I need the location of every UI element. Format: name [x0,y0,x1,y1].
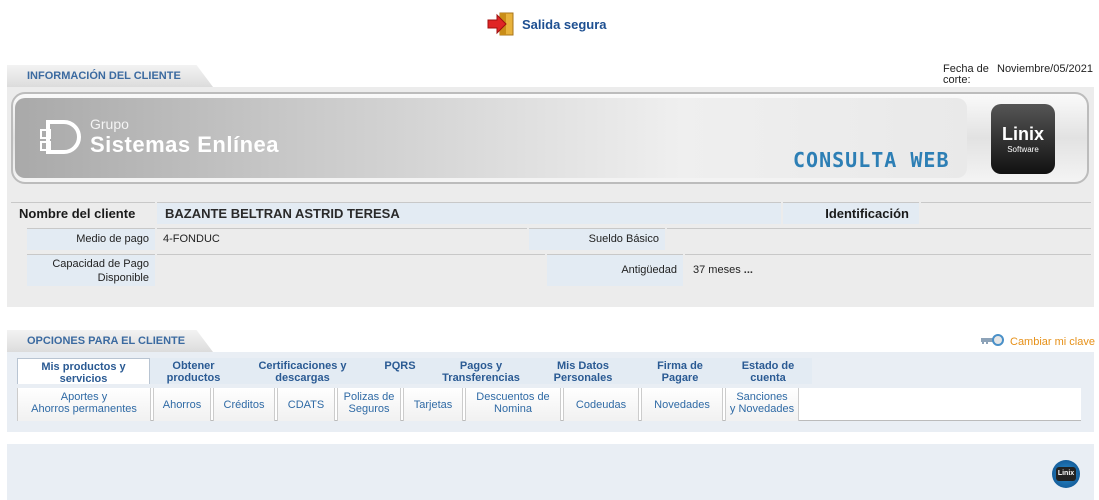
tab-mis-productos[interactable]: Mis productos y servicios [17,358,150,385]
grupo-text: Grupo [90,116,129,132]
subtab-creditos[interactable]: Créditos [213,388,275,421]
logout-link[interactable]: Salida segura [486,10,607,38]
subtab-descuentos-nomina[interactable]: Descuentos de Nomina [465,388,561,421]
logout-label: Salida segura [522,16,607,32]
capacidad-label-line1: Capacidad de Pago [52,258,149,270]
subtab-tarjetas[interactable]: Tarjetas [403,388,463,421]
sueldo-label-cell: Sueldo Básico [529,228,665,250]
identificacion-label-box: Identificación [783,202,919,224]
linix-footer-logo-text: Linix [1056,467,1076,481]
subtab-sanciones-novedades[interactable]: Sanciones y Novedades [725,388,799,421]
capacidad-label-cell: Capacidad de Pago Disponible [27,254,155,286]
linix-logo-name: Linix [1001,124,1044,144]
capacidad-label-line2: Disponible [97,272,149,284]
subtab-aportes-ahorros[interactable]: Aportes y Ahorros permanentes [17,388,151,421]
client-name-value: BAZANTE BELTRAN ASTRID TERESA [165,206,400,221]
linix-logo: Linix Software [991,104,1055,174]
client-name-value-cell: BAZANTE BELTRAN ASTRID TERESA [157,202,781,224]
antiguedad-label: Antigüedad [621,264,677,276]
capacidad-value [157,254,545,286]
linix-logo-software: Software [1007,145,1039,154]
tab-mis-datos[interactable]: Mis Datos Personales [530,358,636,384]
identificacion-value [921,202,1091,224]
change-password-label: Cambiar mi clave [1010,335,1095,348]
main-tabs: Mis productos y servicios Obtener producto… [17,358,812,385]
client-name-label-cell: Nombre del cliente [11,202,155,224]
grupo-sistemas-logo: Grupo Sistemas Enlínea [38,114,279,160]
change-password-link[interactable]: Cambiar mi clave [980,334,1095,349]
key-icon [980,334,1004,349]
tab-pqrs[interactable]: PQRS [368,358,432,384]
subtab-novedades[interactable]: Novedades [641,388,723,421]
tab-obtener-productos[interactable]: Obtener productos [150,358,237,384]
client-info-panel: Grupo Sistemas Enlínea CONSULTA WEB Lini… [7,87,1094,307]
consulta-web-title: CONSULTA WEB [793,148,950,172]
antiguedad-value: 37 meses [693,264,741,276]
cutoff-date-value: Noviembre/05/2021 [997,63,1094,75]
client-name-label: Nombre del cliente [19,206,136,221]
antiguedad-more-link[interactable]: ... [744,264,753,276]
sueldo-value [667,228,1091,250]
identificacion-label: Identificación [825,206,909,221]
antiguedad-label-cell: Antigüedad [547,254,683,286]
tab-firma-pagare[interactable]: Firma de Pagare [636,358,724,384]
subtab-cdats[interactable]: CDATS [277,388,335,421]
cutoff-date-label: Fecha de corte: [943,63,989,86]
subtab-codeudas[interactable]: Codeudas [563,388,639,421]
sueldo-label: Sueldo Básico [588,233,659,245]
client-name-row: Nombre del cliente BAZANTE BELTRAN ASTRI… [11,202,1091,224]
exit-door-icon [486,10,516,38]
sub-tabs: Aportes y Ahorros permanentes Ahorros Cré… [17,388,1081,421]
capacidad-row: Capacidad de Pago Disponible Antigüedad … [11,254,1091,286]
medio-label: Medio de pago [76,233,149,245]
footer-panel [7,444,1094,500]
medio-value: 4-FONDUC [163,233,220,245]
antiguedad-value-cell: 37 meses ... [685,254,1091,286]
medio-row: Medio de pago 4-FONDUC Sueldo Básico [11,228,1091,250]
gs-logo-icon [38,114,84,160]
client-info-title: INFORMACIÓN DEL CLIENTE [7,65,213,87]
sistemas-enlinea-text: Sistemas Enlínea [90,132,279,157]
subtab-ahorros[interactable]: Ahorros [153,388,211,421]
medio-value-cell: 4-FONDUC [157,228,527,250]
medio-label-cell: Medio de pago [27,228,155,250]
consulta-web-banner: Grupo Sistemas Enlínea CONSULTA WEB Lini… [11,92,1089,184]
tab-pagos-transferencias[interactable]: Pagos y Transferencias [432,358,530,384]
tab-estado-cuenta[interactable]: Estado de cuenta [724,358,812,384]
subtab-polizas-seguros[interactable]: Polizas de Seguros [337,388,401,421]
client-options-panel: Mis productos y servicios Obtener producto… [7,352,1094,432]
client-options-title: OPCIONES PARA EL CLIENTE [7,330,213,352]
tab-certificaciones[interactable]: Certificaciones y descargas [237,358,368,384]
linix-footer-logo: Linix [1052,460,1080,488]
